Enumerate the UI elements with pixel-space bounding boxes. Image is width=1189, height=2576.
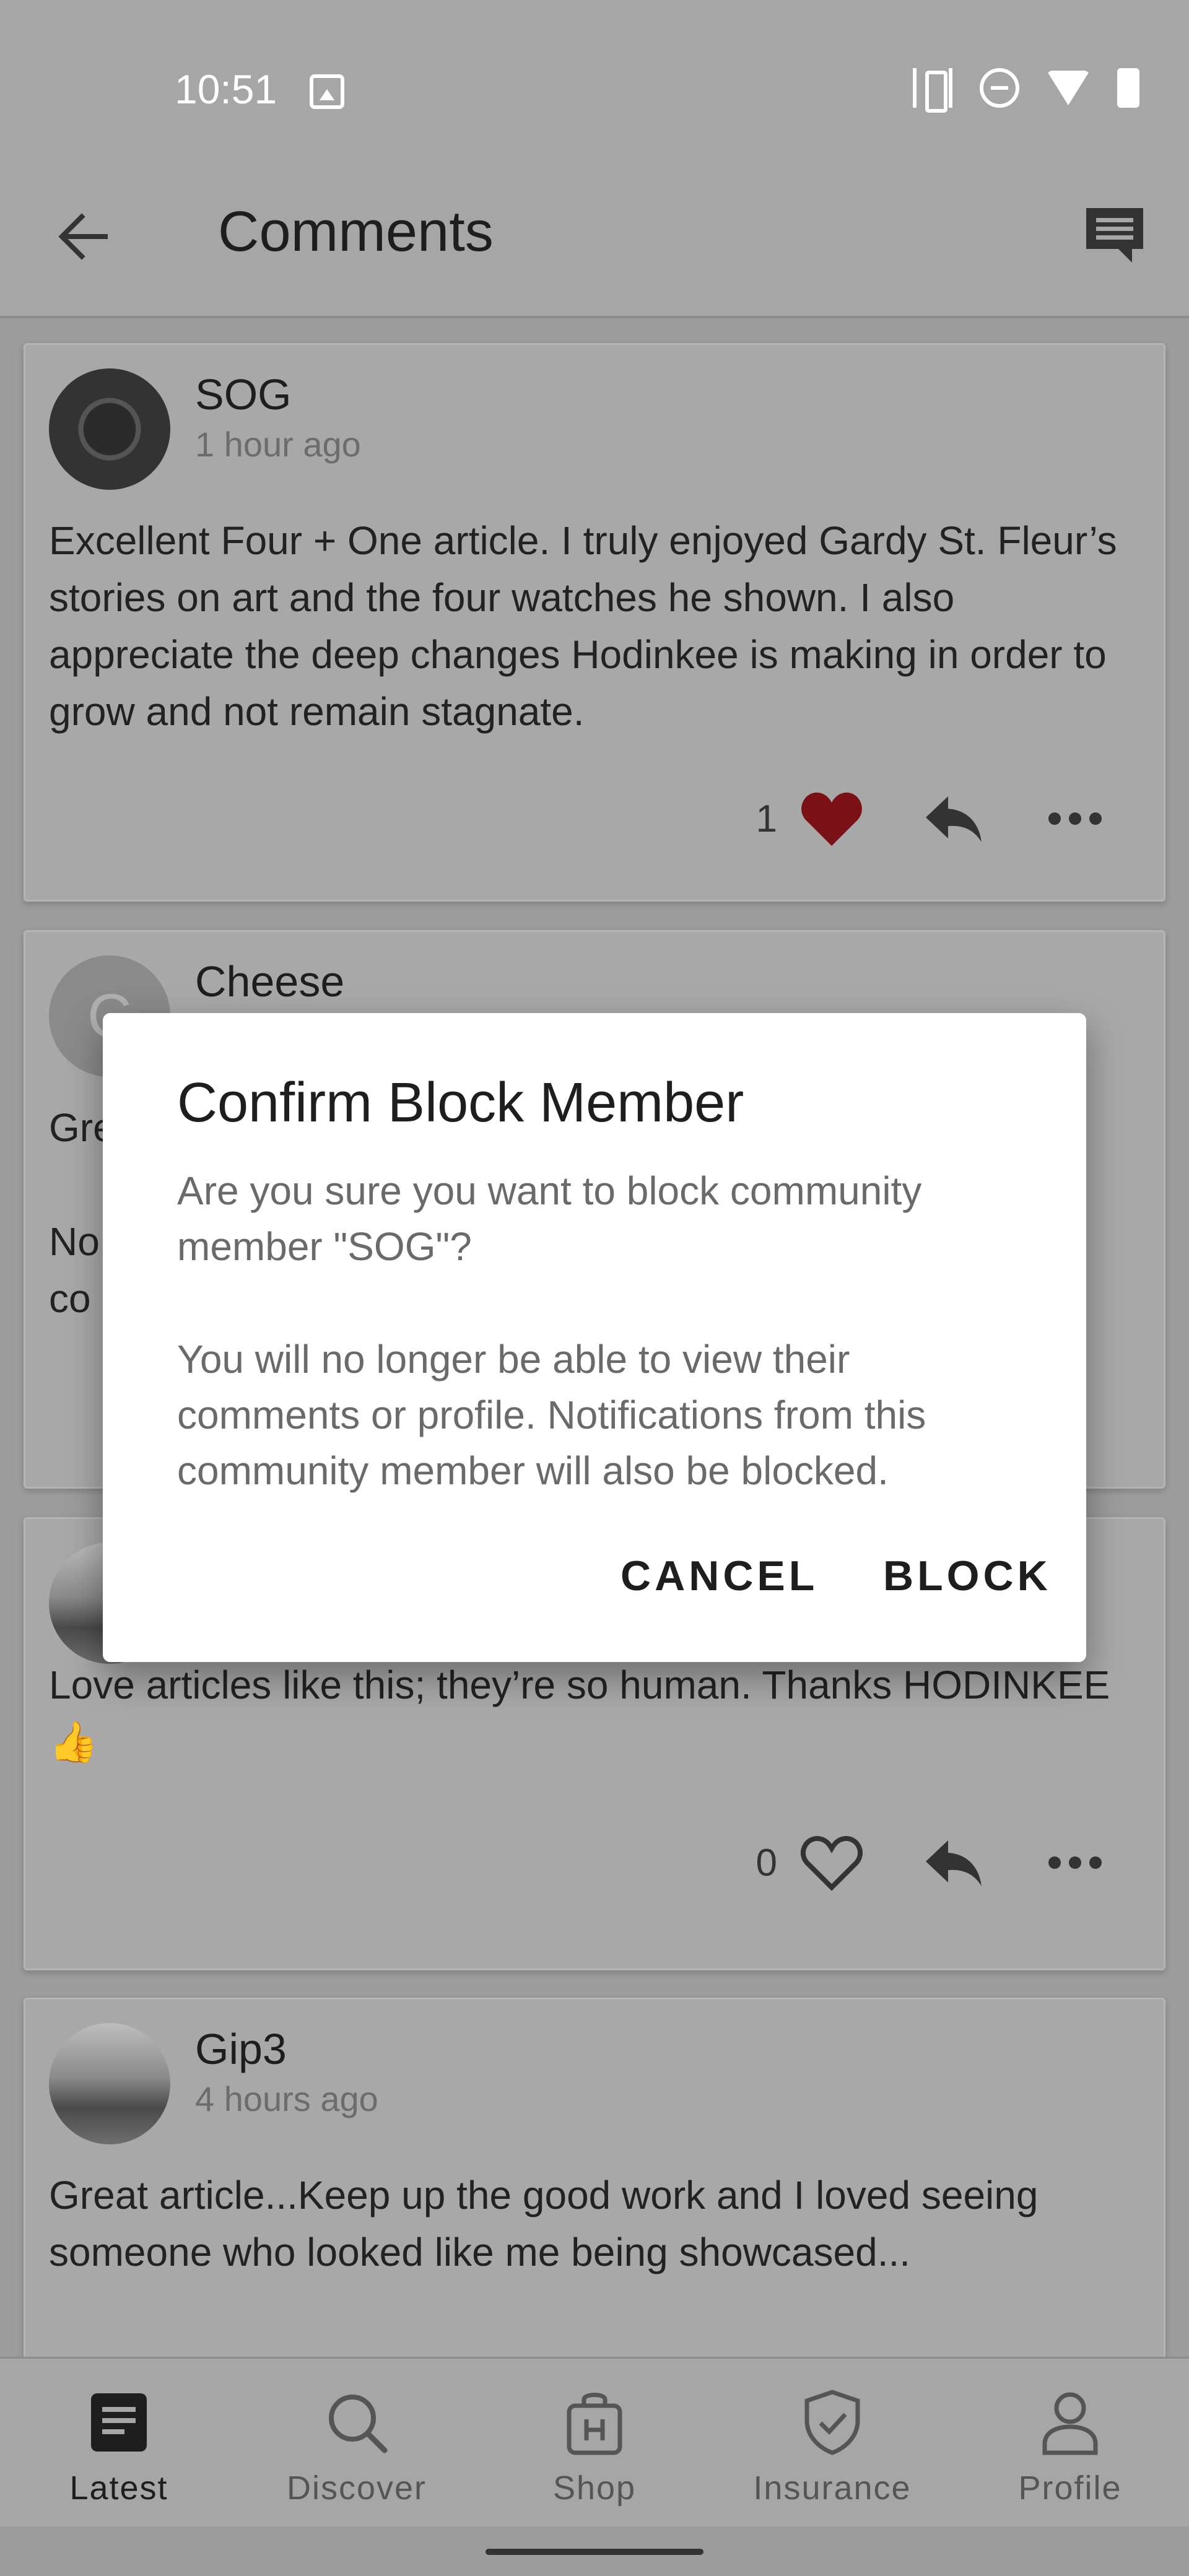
reply-icon[interactable] <box>923 1838 983 1887</box>
nav-latest[interactable]: Latest <box>0 2359 238 2526</box>
comment-author[interactable]: Gip3 <box>195 2024 287 2074</box>
more-options-icon[interactable] <box>1047 1850 1103 1875</box>
nav-label: Latest <box>69 2469 168 2507</box>
dialog-message: Are you sure you want to block community… <box>177 1168 922 1269</box>
dialog-title: Confirm Block Member <box>177 1072 744 1134</box>
status-bar: 10:51 <box>0 0 1189 155</box>
comments-icon[interactable] <box>1082 204 1147 264</box>
latest-icon <box>91 2393 147 2452</box>
avatar[interactable] <box>49 368 170 490</box>
heart-filled-icon[interactable] <box>799 789 864 848</box>
page-title: Comments <box>218 200 494 263</box>
battery-icon <box>1117 68 1139 108</box>
comment-author[interactable]: SOG <box>195 370 292 419</box>
person-icon <box>1042 2392 1098 2455</box>
status-time: 10:51 <box>175 66 277 112</box>
comment-body: Great article...Keep up the good work an… <box>49 2173 1039 2274</box>
like-count: 1 <box>756 797 777 840</box>
search-icon <box>329 2395 388 2453</box>
heart-outline-icon[interactable] <box>799 1833 864 1892</box>
vibrate-icon <box>913 68 952 113</box>
comment-actions: 0 <box>756 1829 1103 1897</box>
like-count: 0 <box>756 1841 777 1884</box>
comment-card: Gip3 4 hours ago Great article...Keep up… <box>24 1998 1165 2357</box>
back-arrow-icon[interactable] <box>57 212 109 261</box>
nav-label: Profile <box>1018 2469 1122 2507</box>
do-not-disturb-icon <box>980 68 1019 108</box>
comment-time: 1 hour ago <box>195 425 361 464</box>
comment-card: SOG 1 hour ago Excellent Four + One arti… <box>24 343 1165 902</box>
shopping-bag-icon <box>567 2393 622 2455</box>
bottom-navigation: Latest Discover Shop Insurance Profile <box>0 2357 1189 2526</box>
dialog-warning: You will no longer be able to view their… <box>177 1337 926 1493</box>
shield-icon <box>804 2390 860 2455</box>
cancel-button[interactable]: CANCEL <box>621 1552 818 1600</box>
confirm-block-dialog: Confirm Block Member Are you sure you wa… <box>103 1013 1086 1662</box>
nav-shop[interactable]: Shop <box>476 2359 713 2526</box>
nav-discover[interactable]: Discover <box>238 2359 476 2526</box>
block-button[interactable]: BLOCK <box>883 1552 1052 1600</box>
nav-insurance[interactable]: Insurance <box>713 2359 951 2526</box>
status-icons <box>913 68 1139 113</box>
comment-body: Excellent Four + One article. I truly en… <box>49 518 1117 734</box>
gesture-bar <box>0 2526 1189 2576</box>
wifi-icon <box>1047 68 1090 108</box>
avatar[interactable] <box>49 2023 170 2144</box>
nav-label: Insurance <box>753 2469 912 2507</box>
reply-icon[interactable] <box>923 794 983 843</box>
app-bar: Comments <box>0 155 1189 318</box>
nav-profile[interactable]: Profile <box>951 2359 1189 2526</box>
home-gesture-pill[interactable] <box>486 2549 703 2555</box>
comment-actions: 1 <box>756 785 1103 853</box>
nav-label: Discover <box>286 2469 427 2507</box>
comment-author[interactable]: Cheese <box>195 957 344 1006</box>
comment-time: 4 hours ago <box>195 2079 378 2118</box>
comment-body: Love articles like this; they’re so huma… <box>49 1663 1110 1764</box>
image-notification-icon <box>310 74 344 109</box>
nav-label: Shop <box>552 2469 637 2507</box>
more-options-icon[interactable] <box>1047 806 1103 831</box>
